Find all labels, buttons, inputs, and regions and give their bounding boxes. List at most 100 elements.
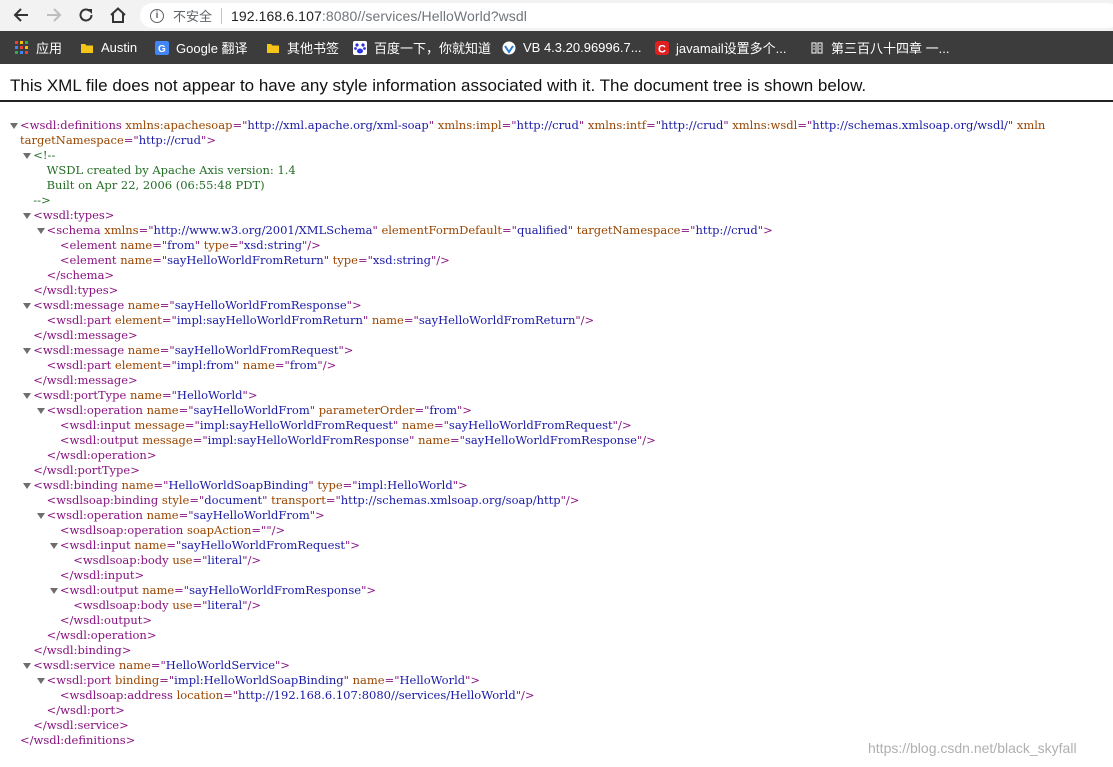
collapse-triangle-icon[interactable] (23, 348, 32, 354)
xml-tag: <wsdl:types> (33, 208, 115, 222)
xml-line: <wsdl:part element="impl:from" name="fro… (47, 358, 337, 373)
xml-attr-value: http://www.w3.org/2001/XMLSchema (153, 223, 373, 237)
collapse-triangle-icon[interactable] (23, 303, 32, 309)
xml-line: <wsdl:binding name="HelloWorldSoapBindin… (33, 478, 467, 493)
xml-attr-value: impl:from (176, 358, 234, 372)
xml-tag: "> (465, 673, 481, 687)
xml-attr-value: literal (207, 553, 243, 567)
xml-tag: <wsdl:output (59, 583, 143, 597)
xml-style-notice: This XML file does not appear to have an… (10, 76, 867, 95)
home-icon[interactable] (107, 4, 129, 26)
bookmark-label: Google 翻译 (176, 41, 248, 56)
xml-tag: <wsdl:part (46, 358, 115, 372)
collapse-triangle-icon[interactable] (36, 228, 45, 234)
xml-tag: "> (338, 343, 354, 357)
collapse-triangle-icon[interactable] (36, 408, 45, 414)
xml-tag: "/> (560, 493, 580, 507)
address-separator (221, 7, 223, 24)
xml-line: </wsdl:message> (33, 328, 137, 343)
bookmark-baidu[interactable]: 百度一下，你就知道 (353, 39, 491, 56)
vb-icon (502, 41, 516, 54)
xml-tag: =" (646, 118, 661, 132)
bookmark-chapter[interactable]: 第三百八十四章 一... (810, 39, 949, 56)
reload-icon[interactable] (75, 4, 97, 26)
xml-attr-name: name (418, 433, 451, 447)
forward-arrow-icon[interactable] (43, 4, 65, 26)
xml-comment: --> (33, 193, 51, 207)
xml-tag: "> (457, 403, 472, 417)
xml-line: <wsdl:portType name="HelloWorld"> (33, 388, 257, 403)
xml-tag: =" (680, 223, 696, 237)
google-translate-icon: G (155, 40, 169, 55)
collapse-triangle-icon[interactable] (36, 513, 45, 519)
xml-tag: <wsdlsoap:body (73, 598, 173, 612)
xml-comment: Built on Apr 22, 2006 (06:55:48 PDT) (46, 178, 265, 192)
bookmark-apps[interactable]: 应用 (15, 39, 62, 56)
xml-tag: "/> (515, 688, 535, 702)
xml-tag: </wsdl:input> (59, 568, 145, 582)
xml-tag: " (262, 493, 272, 507)
collapse-triangle-icon[interactable] (23, 153, 32, 159)
back-arrow-icon[interactable] (10, 4, 32, 26)
xml-tag: <wsdl:binding (33, 478, 122, 492)
xml-line: </wsdl:output> (60, 613, 152, 628)
collapse-triangle-icon[interactable] (23, 483, 32, 489)
bookmark-label: 应用 (36, 41, 63, 56)
xml-tag: <wsdl:message (33, 343, 128, 357)
xml-tag: <wsdl:definitions (20, 118, 126, 132)
address-bar[interactable]: i 不安全 192.168.6.107:8080//services/Hello… (140, 3, 1113, 28)
xml-tag: " (428, 118, 438, 132)
collapse-triangle-icon[interactable] (36, 678, 45, 684)
xml-tag: =" (342, 478, 358, 492)
xml-line: <wsdlsoap:body use="literal"/> (73, 553, 261, 568)
xml-attr-value: xsd:string (372, 253, 431, 267)
svg-text:G: G (158, 44, 166, 55)
xml-attr-name: name (134, 538, 167, 552)
xml-tag: =" (274, 358, 290, 372)
xml-attr-value: http://192.168.6.107:8080//services/Hell… (238, 688, 516, 702)
bookmark-other[interactable]: 其他书签 (266, 39, 339, 56)
xml-attr-name: use (172, 598, 193, 612)
xml-tag: <schema (46, 223, 105, 237)
xml-attr-value: impl:sayHelloWorldFromRequest (199, 418, 394, 432)
collapse-triangle-icon[interactable] (49, 543, 58, 549)
collapse-triangle-icon[interactable] (10, 123, 18, 129)
xml-tag: "> (242, 388, 258, 402)
xml-tag: =" (152, 253, 168, 267)
xml-attr-value: http://crud (138, 133, 202, 147)
xml-line: <wsdlsoap:binding style="document" trans… (47, 493, 580, 508)
xml-line: <element name="from" type="xsd:string"/> (60, 238, 321, 253)
collapse-triangle-icon[interactable] (23, 213, 32, 219)
xml-tag: " (393, 418, 402, 432)
xml-tag: =" (174, 583, 190, 597)
bookmark-label: 第三百八十四章 一... (831, 41, 950, 56)
xml-attr-name: use (172, 553, 193, 567)
xml-tag: "> (757, 223, 773, 237)
collapse-triangle-icon[interactable] (23, 393, 32, 399)
xml-tag: " (194, 238, 204, 252)
xml-attr-value: sayHelloWorldFrom (193, 403, 310, 417)
bookmark-javamail[interactable]: C javamail设置多个... (655, 39, 787, 56)
xml-tag: "/> (612, 418, 632, 432)
xml-attr-value: from (289, 358, 318, 372)
apps-grid-icon (15, 40, 28, 54)
bookmark-google-translate[interactable]: G Google 翻译 (155, 39, 248, 56)
xml-tag: =" (192, 598, 208, 612)
bookmark-label: javamail设置多个... (676, 41, 787, 56)
xml-tag: =" (228, 238, 244, 252)
xml-attr-name: message (142, 433, 193, 447)
xml-line: Built on Apr 22, 2006 (06:55:48 PDT) (47, 178, 265, 193)
url-text[interactable]: 192.168.6.107:8080//services/HelloWorld?… (231, 8, 527, 24)
xml-attr-value: HelloWorldSoapBinding (168, 478, 309, 492)
xml-attr-name: name (120, 253, 153, 267)
collapse-triangle-icon[interactable] (49, 588, 58, 594)
info-icon[interactable]: i (150, 8, 164, 23)
bookmark-vb[interactable]: VB 4.3.20.96996.7... (502, 39, 642, 56)
xml-tag: =" (153, 478, 169, 492)
collapse-triangle-icon[interactable] (23, 663, 32, 669)
xml-tag: " (409, 433, 419, 447)
bookmark-austin[interactable]: Austin (80, 39, 137, 56)
xml-tag: <wsdl:operation (46, 508, 147, 522)
xml-attr-name: targetNamespace (576, 223, 681, 237)
xml-line: </wsdl:definitions> (20, 733, 135, 748)
